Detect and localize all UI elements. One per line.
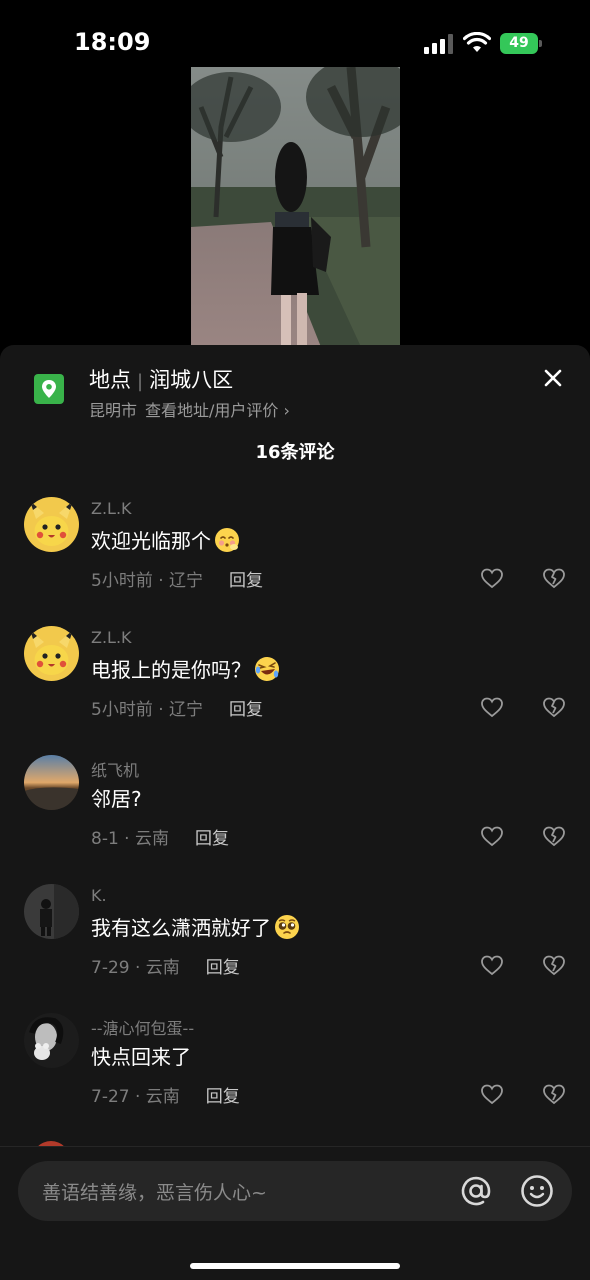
battery-level: 49 <box>500 33 538 54</box>
comment-item: K. 我有这么潇洒就好了 7-29 · 云南 回复 <box>0 884 590 1013</box>
comment-username[interactable]: Z.L.K <box>91 628 132 647</box>
comment-item: 纸飞机 邻居? 8-1 · 云南 回复 <box>0 755 590 884</box>
avatar[interactable] <box>24 1013 79 1068</box>
heart-icon[interactable] <box>480 825 504 847</box>
location-name: 润城八区 <box>149 368 234 392</box>
location-label: 地点 <box>89 368 131 392</box>
comment-text: 欢迎光临那个 <box>91 525 241 554</box>
heart-icon[interactable] <box>480 1083 504 1105</box>
home-indicator <box>190 1263 400 1269</box>
battery-icon: 49 <box>500 33 542 54</box>
rofl-face-emoji-icon <box>255 656 279 681</box>
avatar[interactable] <box>24 755 79 810</box>
video-frame-image <box>191 67 400 347</box>
reply-button[interactable]: 回复 <box>229 571 263 591</box>
heart-icon[interactable] <box>480 567 504 589</box>
reply-button[interactable]: 回复 <box>206 958 240 978</box>
location-separator: | <box>137 371 144 392</box>
reply-button[interactable]: 回复 <box>206 1087 240 1107</box>
comment-username[interactable]: --溏心何包蛋-- <box>91 1015 194 1039</box>
location-link[interactable]: 查看地址/用户评价 › <box>145 401 290 420</box>
comment-username[interactable]: K. <box>91 886 107 905</box>
comment-text-content: 电报上的是你吗？ <box>91 658 251 682</box>
cellular-signal-icon <box>424 34 453 54</box>
heart-icon[interactable] <box>480 696 504 718</box>
reply-button[interactable]: 回复 <box>195 829 229 849</box>
comment-username[interactable]: 纸飞机 <box>91 757 139 781</box>
comment-text: 我有这么潇洒就好了 <box>91 912 301 941</box>
mention-at-icon[interactable] <box>458 1173 494 1209</box>
comment-text: 快点回来了 <box>91 1041 191 1070</box>
comment-text: 电报上的是你吗？ <box>91 654 281 683</box>
comment-sheet: 地点 | 润城八区 昆明市 查看地址/用户评价 › 16条评论 Z.L.K 欢迎… <box>0 345 590 1280</box>
comment-meta: 7-29 · 云南 回复 <box>91 953 240 978</box>
location-city: 昆明市 <box>89 401 138 420</box>
comment-time-region: 7-27 · 云南 <box>91 1087 180 1107</box>
avatar[interactable] <box>24 884 79 939</box>
comment-input-placeholder: 善语结善缘，恶言伤人心~ <box>42 1182 267 1204</box>
comment-text-content: 我有这么潇洒就好了 <box>91 916 271 940</box>
comment-time-region: 5小时前 · 辽宁 <box>91 571 204 591</box>
heart-icon[interactable] <box>480 954 504 976</box>
broken-heart-icon[interactable] <box>542 567 566 589</box>
comment-time-region: 8-1 · 云南 <box>91 829 169 849</box>
broken-heart-icon[interactable] <box>542 954 566 976</box>
emoji-icon[interactable] <box>519 1173 555 1209</box>
comment-text: 邻居? <box>91 783 142 812</box>
comment-item: Z.L.K 欢迎光临那个 5小时前 · 辽宁 回复 <box>0 497 590 626</box>
comment-item: Z.L.K 电报上的是你吗？ 5小时前 · 辽宁 回复 <box>0 626 590 755</box>
comment-time-region: 5小时前 · 辽宁 <box>91 700 204 720</box>
comment-meta: 8-1 · 云南 回复 <box>91 824 229 849</box>
comments-count: 16条评论 <box>255 442 335 463</box>
location-title[interactable]: 地点 | 润城八区 <box>89 364 233 394</box>
comment-text-content: 欢迎光临那个 <box>91 529 211 553</box>
avatar[interactable] <box>24 497 79 552</box>
comment-meta: 7-27 · 云南 回复 <box>91 1082 240 1107</box>
comment-item: --溏心何包蛋-- 快点回来了 7-27 · 云南 回复 <box>0 1013 590 1142</box>
comment-username[interactable]: Z.L.K <box>91 499 132 518</box>
broken-heart-icon[interactable] <box>542 696 566 718</box>
close-icon[interactable] <box>540 365 566 391</box>
blushing-face-emoji-icon <box>215 527 239 552</box>
reply-button[interactable]: 回复 <box>229 700 263 720</box>
location-pin-icon <box>34 374 64 404</box>
pleading-face-emoji-icon <box>275 914 299 939</box>
wifi-icon <box>463 32 491 52</box>
comment-text-content: 快点回来了 <box>91 1045 191 1069</box>
comment-input[interactable]: 善语结善缘，恶言伤人心~ <box>18 1161 572 1221</box>
comment-meta: 5小时前 · 辽宁 回复 <box>91 566 263 591</box>
comment-meta: 5小时前 · 辽宁 回复 <box>91 695 263 720</box>
broken-heart-icon[interactable] <box>542 1083 566 1105</box>
comment-text-content: 邻居? <box>91 787 142 811</box>
avatar[interactable] <box>24 626 79 681</box>
status-time: 18:09 <box>74 28 151 56</box>
broken-heart-icon[interactable] <box>542 825 566 847</box>
video-thumbnail[interactable] <box>191 67 400 347</box>
location-subtitle[interactable]: 昆明市 查看地址/用户评价 › <box>89 397 290 421</box>
comment-input-bar: 善语结善缘，恶言伤人心~ <box>0 1146 590 1280</box>
comment-time-region: 7-29 · 云南 <box>91 958 180 978</box>
